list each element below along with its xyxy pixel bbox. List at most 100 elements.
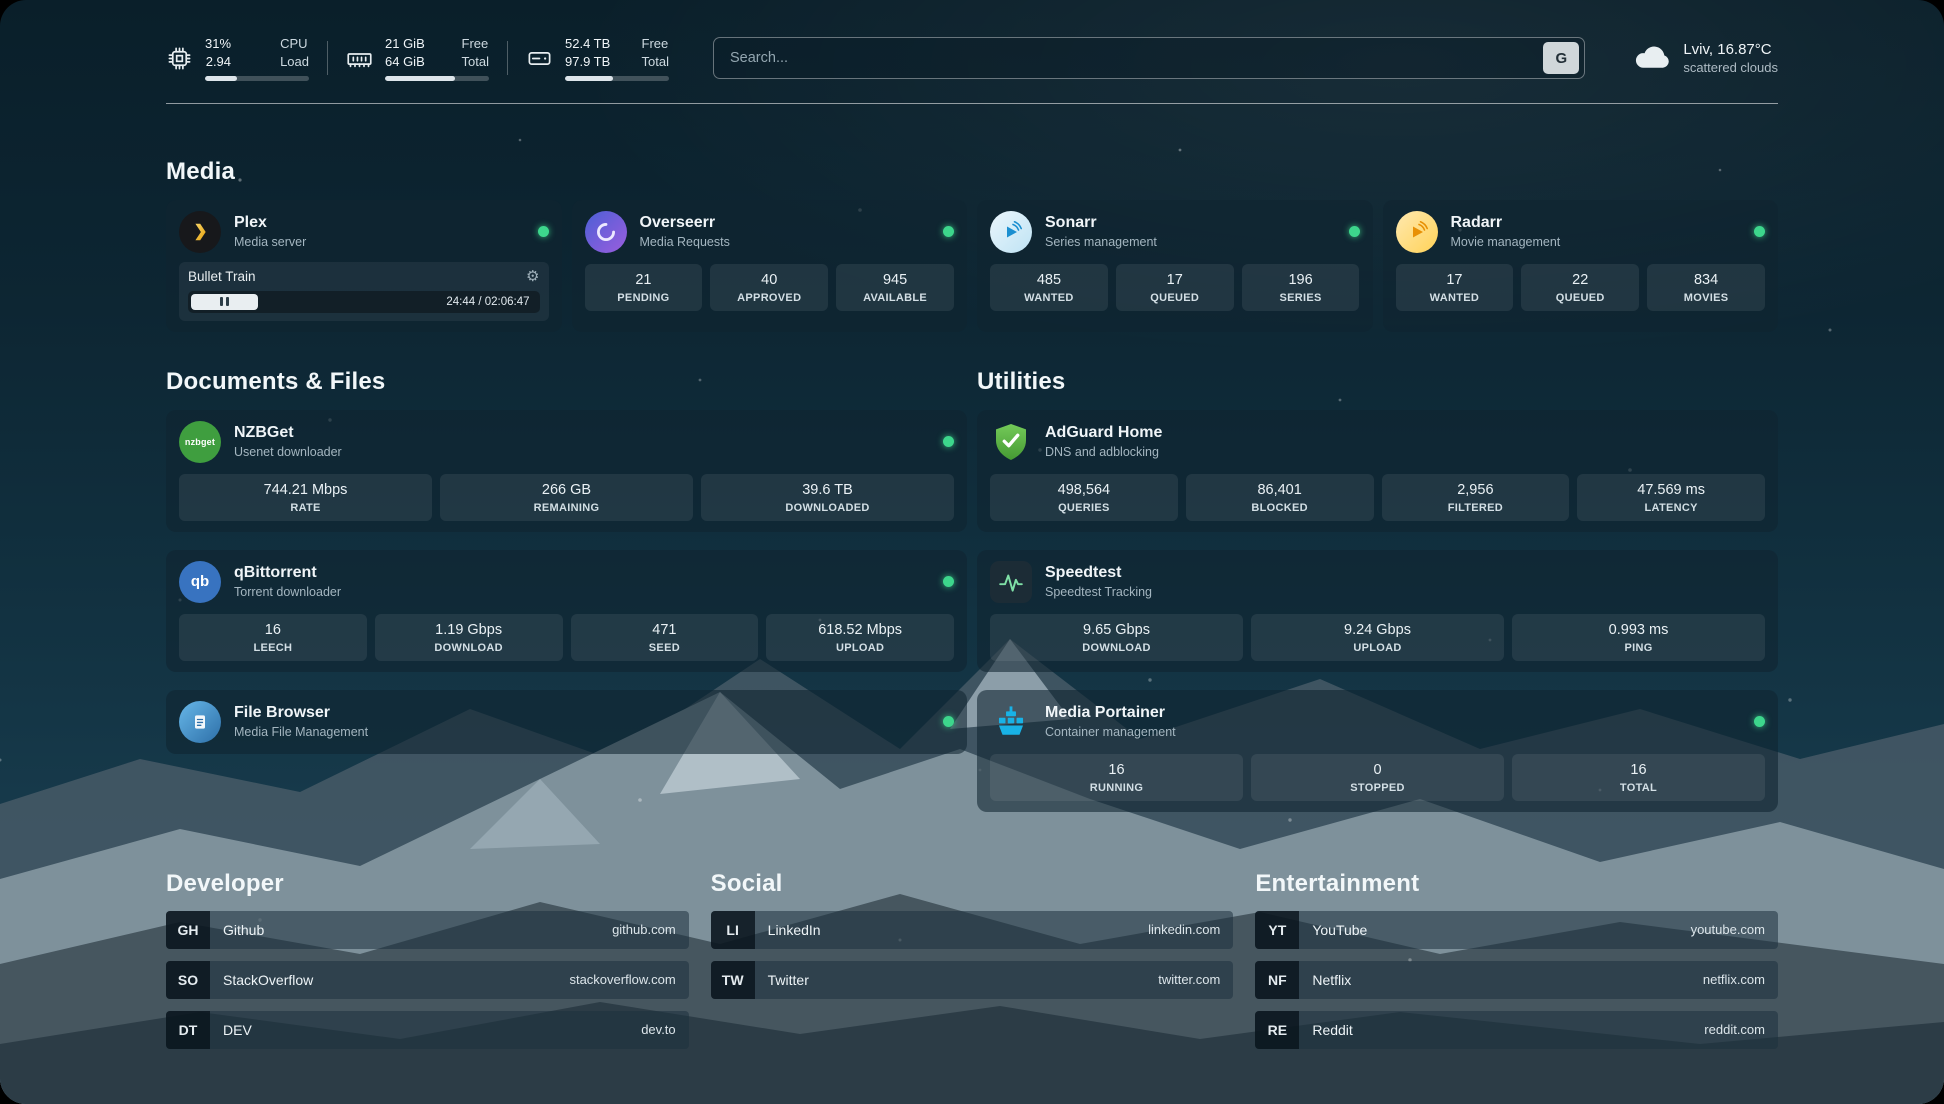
service-subtitle: DNS and adblocking [1045,445,1162,459]
service-name: Radarr [1451,214,1561,232]
disk-widget: 52.4 TB 97.9 TB Free Total [526,36,669,81]
service-card-qbittorrent[interactable]: qb qBittorrent Torrent downloader 16 LEE… [166,550,967,672]
service-card-radarr[interactable]: Radarr Movie management 17 WANTED 22 QUE… [1383,200,1779,332]
service-name: Media Portainer [1045,704,1176,722]
pause-button[interactable] [191,294,258,310]
search-bar: G [713,37,1585,79]
stat-ping: 0.993 ms PING [1512,614,1765,661]
disk-icon [526,45,553,72]
bookmark-github[interactable]: GH Github github.com [166,911,689,949]
stat-downloaded: 39.6 TB DOWNLOADED [701,474,954,521]
playback-time: 24:44 / 02:06:47 [446,296,529,308]
bookmark-abbr: RE [1255,1011,1299,1049]
service-card-filebrowser[interactable]: File Browser Media File Management [166,690,967,754]
memory-meter [385,76,489,81]
cpu-label-1: CPU [280,36,309,52]
bookmark-name: YouTube [1312,922,1367,938]
stat-movies: 834 MOVIES [1647,264,1765,311]
portainer-icon [990,701,1032,743]
service-subtitle: Speedtest Tracking [1045,585,1152,599]
plex-icon [179,211,221,253]
stat-queued: 17 QUEUED [1116,264,1234,311]
cpu-icon [166,45,193,72]
bookmark-url: reddit.com [1704,1022,1765,1037]
service-name: Plex [234,214,306,232]
service-card-portainer[interactable]: Media Portainer Container management 16 … [977,690,1778,812]
service-subtitle: Movie management [1451,235,1561,249]
overseerr-icon [585,211,627,253]
bookmark-name: Twitter [768,972,809,988]
stat-available: 945 AVAILABLE [836,264,954,311]
service-subtitle: Media Requests [640,235,730,249]
stat-remaining: 266 GB REMAINING [440,474,693,521]
stat-wanted: 485 WANTED [990,264,1108,311]
filebrowser-icon [179,701,221,743]
section-title-utilities: Utilities [977,368,1778,396]
cpu-label-2: Load [280,54,309,70]
playback-progress-bar[interactable]: 24:44 / 02:06:47 [188,291,540,313]
sonarr-icon [990,211,1032,253]
top-bar: 31% 2.94 CPU Load [166,36,1778,81]
bookmark-url: stackoverflow.com [569,972,675,987]
service-subtitle: Media File Management [234,725,368,739]
status-dot [538,226,549,237]
stat-wanted: 17 WANTED [1396,264,1514,311]
bookmark-url: linkedin.com [1148,922,1220,937]
weather-widget: Lviv, 16.87°C scattered clouds [1633,41,1778,76]
stat-filtered: 2,956 FILTERED [1382,474,1570,521]
disk-free: 52.4 TB [565,36,610,52]
bookmark-twitter[interactable]: TW Twitter twitter.com [711,961,1234,999]
service-card-sonarr[interactable]: Sonarr Series management 485 WANTED 17 Q… [977,200,1373,332]
memory-widget: 21 GiB 64 GiB Free Total [346,36,489,81]
service-name: Overseerr [640,214,730,232]
status-dot [1754,716,1765,727]
stat-download: 9.65 Gbps DOWNLOAD [990,614,1243,661]
search-input[interactable] [730,50,1543,66]
disk-meter-fill [565,76,613,81]
service-card-adguard[interactable]: AdGuard Home DNS and adblocking 498,564 … [977,410,1778,532]
speedtest-icon [990,561,1032,603]
service-name: Sonarr [1045,214,1157,232]
service-subtitle: Media server [234,235,306,249]
search-engine-button[interactable]: G [1543,42,1579,74]
dashboard-screen: 31% 2.94 CPU Load [0,0,1944,1104]
bookmark-youtube[interactable]: YT YouTube youtube.com [1255,911,1778,949]
cloud-icon [1633,41,1671,76]
bookmark-dev[interactable]: DT DEV dev.to [166,1011,689,1049]
stat-seed: 471 SEED [571,614,759,661]
bookmark-reddit[interactable]: RE Reddit reddit.com [1255,1011,1778,1049]
bookmark-url: youtube.com [1691,922,1765,937]
disk-meter [565,76,669,81]
service-subtitle: Container management [1045,725,1176,739]
service-subtitle: Usenet downloader [234,445,342,459]
plex-now-playing: Bullet Train ⚙ 24:44 / 02:06:47 [179,262,549,321]
topbar-separator [327,41,328,75]
documents-column: Documents & Files nzbget NZBGet Usenet d… [166,368,967,812]
bookmark-name: DEV [223,1022,252,1038]
now-playing-title: Bullet Train [188,269,256,284]
topbar-separator [507,41,508,75]
bookmark-stackoverflow[interactable]: SO StackOverflow stackoverflow.com [166,961,689,999]
status-dot [943,436,954,447]
service-card-nzbget[interactable]: nzbget NZBGet Usenet downloader 744.21 M… [166,410,967,532]
bookmark-name: Reddit [1312,1022,1352,1038]
status-dot [943,576,954,587]
stat-rate: 744.21 Mbps RATE [179,474,432,521]
section-title-entertainment: Entertainment [1255,870,1778,898]
service-name: Speedtest [1045,564,1152,582]
section-title-developer: Developer [166,870,689,898]
weather-condition: scattered clouds [1683,60,1778,75]
service-card-speedtest[interactable]: Speedtest Speedtest Tracking 9.65 Gbps D… [977,550,1778,672]
bookmark-abbr: TW [711,961,755,999]
cpu-percent: 31% [205,36,231,52]
adguard-icon [990,421,1032,463]
service-card-plex[interactable]: Plex Media server Bullet Train ⚙ 24:44 /… [166,200,562,332]
bookmark-netflix[interactable]: NF Netflix netflix.com [1255,961,1778,999]
stat-stopped: 0 STOPPED [1251,754,1504,801]
bookmark-linkedin[interactable]: LI LinkedIn linkedin.com [711,911,1234,949]
gear-icon[interactable]: ⚙ [526,269,539,284]
status-dot [1754,226,1765,237]
bookmarks-entertainment: Entertainment YT YouTube youtube.com NF … [1255,870,1778,1049]
service-card-overseerr[interactable]: Overseerr Media Requests 21 PENDING 40 A… [572,200,968,332]
service-name: NZBGet [234,424,342,442]
